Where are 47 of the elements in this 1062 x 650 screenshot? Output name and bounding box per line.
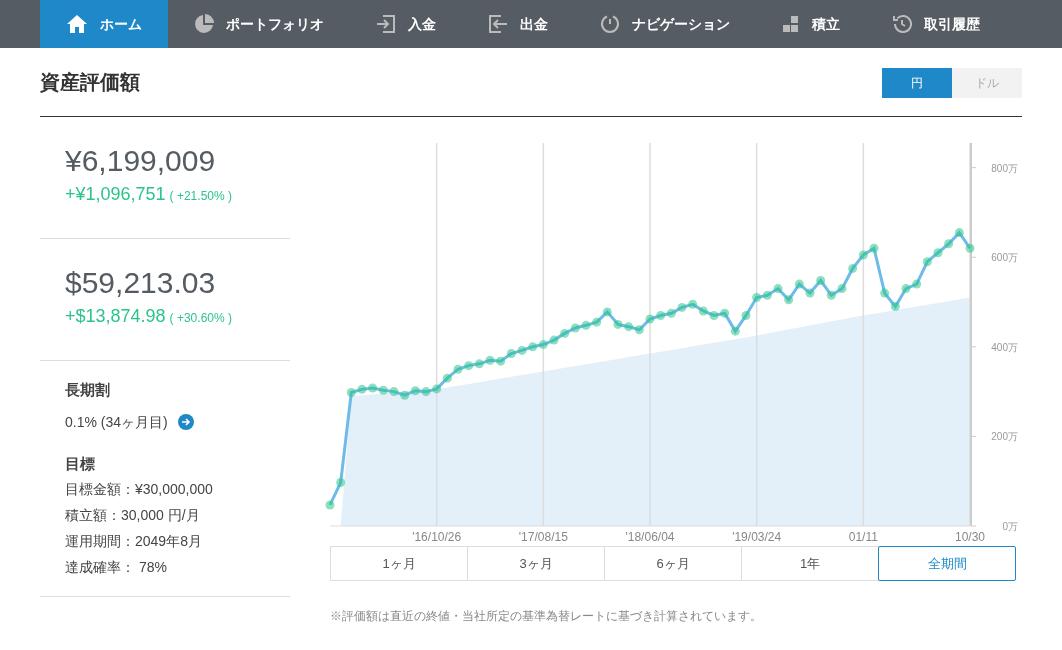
- goal-detail: 目標金額：¥30,000,000: [65, 480, 214, 499]
- x-tick-label: '18/06/04: [625, 530, 675, 544]
- nav-tab[interactable]: 出金: [462, 0, 574, 48]
- gain-percent: ( +30.60% ): [169, 310, 232, 327]
- nav-tab[interactable]: ナビゲーション: [574, 0, 756, 48]
- page-title: 資産評価額: [40, 70, 140, 95]
- period-button[interactable]: 1年: [741, 546, 879, 581]
- arrow-right-icon[interactable]: [177, 414, 194, 430]
- gain-amount: +$13,874.98: [65, 305, 166, 328]
- nav-tab[interactable]: 積立: [756, 0, 866, 48]
- gain-amount: +¥1,096,751: [65, 183, 166, 206]
- amount: ¥6,199,009: [65, 143, 217, 179]
- history-icon: [892, 14, 912, 34]
- nav-tab[interactable]: 入金: [350, 0, 462, 48]
- gauge-icon: [600, 14, 620, 34]
- nav-tab[interactable]: ポートフォリオ: [168, 0, 350, 48]
- x-tick-label: 01/11: [848, 530, 878, 544]
- pie-chart-icon: [194, 14, 214, 34]
- long-term-text: 0.1% (34ヶ月目): [65, 412, 168, 432]
- y-tick-label: 400万: [991, 341, 1018, 353]
- period-button[interactable]: 3ヶ月: [467, 546, 605, 581]
- nav-tab[interactable]: ホーム: [40, 0, 168, 48]
- nav-tab[interactable]: 取引履歴: [866, 0, 1006, 48]
- goal-detail: 運用期間：2049年8月: [65, 532, 203, 551]
- home-icon: [66, 14, 88, 34]
- amount: $59,213.03: [65, 265, 217, 301]
- currency-toggle[interactable]: 円: [882, 67, 952, 98]
- x-tick-label: '16/10/26: [412, 530, 462, 544]
- period-button[interactable]: 6ヶ月: [604, 546, 742, 581]
- goal-detail: 積立額：30,000 円/月: [65, 506, 201, 525]
- enter-icon: [376, 14, 396, 34]
- gain-percent: ( +21.50% ): [169, 188, 232, 205]
- y-tick-label: 600万: [991, 252, 1018, 264]
- y-tick-label: 0万: [1002, 521, 1018, 532]
- period-button[interactable]: 1ヶ月: [330, 546, 468, 581]
- section-heading: 目標: [65, 453, 96, 474]
- x-tick-label: '19/03/24: [732, 530, 782, 544]
- footnote: ※評価額は直近の終値・当社所定の基準為替レートに基づき計算されています。: [330, 608, 763, 625]
- y-tick-label: 800万: [991, 162, 1018, 174]
- x-tick-label: '17/08/15: [518, 530, 568, 544]
- blocks-icon: [782, 15, 800, 33]
- y-tick-label: 200万: [991, 431, 1018, 443]
- period-button[interactable]: 全期間: [878, 546, 1016, 581]
- exit-icon: [488, 14, 508, 34]
- x-tick-label: 10/30: [955, 530, 985, 544]
- goal-detail: 達成確率： 78%: [65, 558, 168, 577]
- section-heading: 長期割: [65, 380, 111, 400]
